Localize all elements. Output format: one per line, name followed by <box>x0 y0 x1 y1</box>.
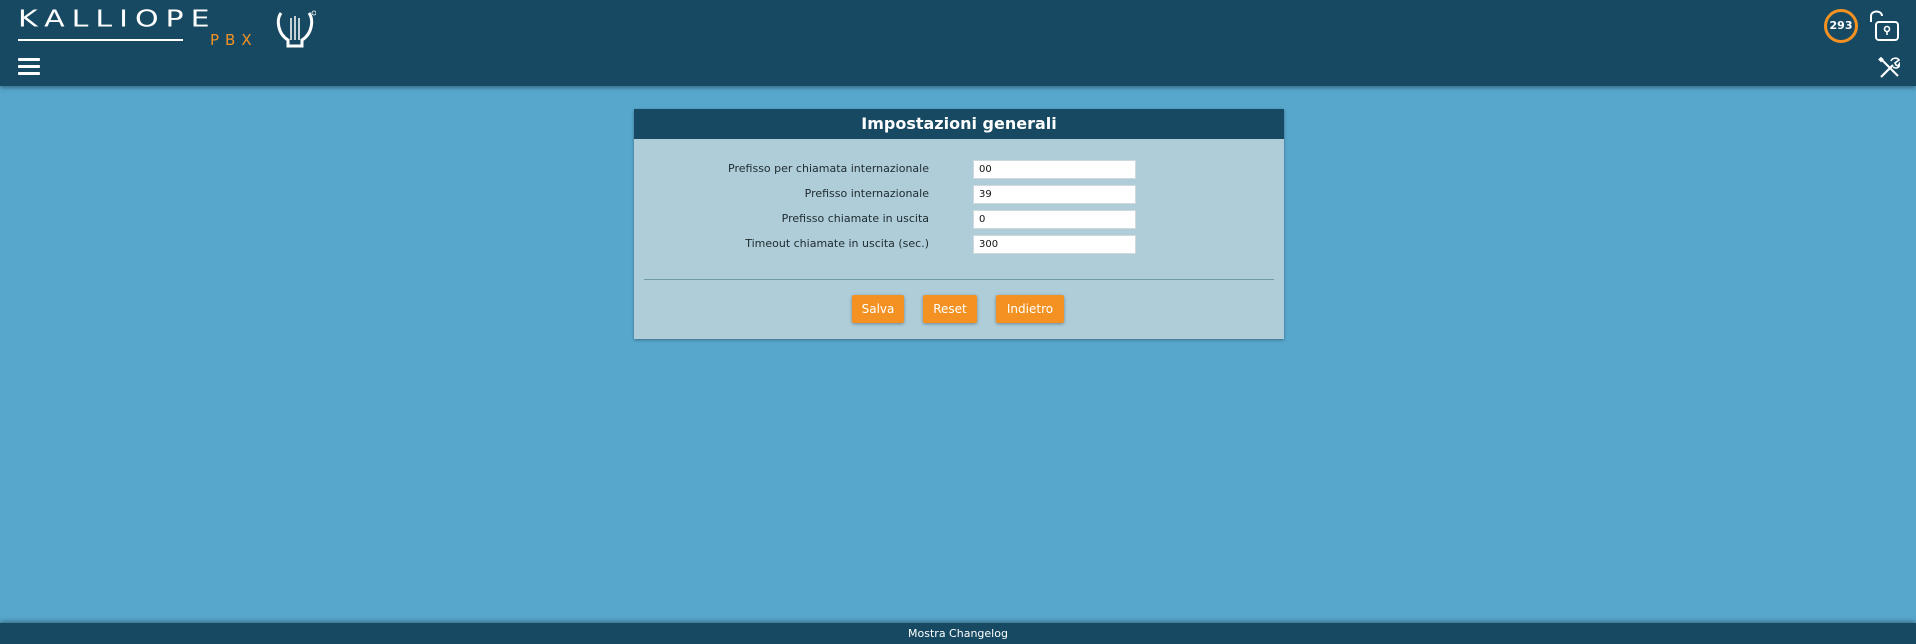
back-button[interactable]: Indietro <box>996 295 1064 323</box>
outgoing-prefix-input[interactable] <box>973 210 1136 229</box>
reset-button[interactable]: Reset <box>923 295 977 323</box>
logo-underline <box>18 39 183 41</box>
kalliope-logo[interactable]: KALLIOPE PBX <box>18 8 323 50</box>
form-row-international-call-prefix: Prefisso per chiamata internazionale <box>634 160 1284 179</box>
outgoing-timeout-input[interactable] <box>973 235 1136 254</box>
international-call-prefix-label: Prefisso per chiamata internazionale <box>728 162 929 175</box>
counter-badge[interactable]: 293 <box>1824 9 1858 43</box>
form-divider <box>644 279 1274 280</box>
outgoing-prefix-label: Prefisso chiamate in uscita <box>781 212 929 225</box>
logo-wordmark: KALLIOPE <box>18 5 217 33</box>
panel-title: Impostazioni generali <box>634 109 1284 139</box>
outgoing-timeout-label: Timeout chiamate in uscita (sec.) <box>745 237 929 250</box>
form-row-outgoing-timeout: Timeout chiamate in uscita (sec.) <box>634 235 1284 254</box>
logo-sub: PBX <box>210 31 258 49</box>
save-button[interactable]: Salva <box>852 295 904 323</box>
top-header: KALLIOPE PBX 293 <box>0 0 1916 86</box>
form-row-outgoing-prefix: Prefisso chiamate in uscita <box>634 210 1284 229</box>
changelog-footer[interactable]: Mostra Changelog <box>0 623 1916 644</box>
international-prefix-label: Prefisso internazionale <box>804 187 929 200</box>
general-settings-panel: Impostazioni generali Prefisso per chiam… <box>634 109 1284 339</box>
international-prefix-input[interactable] <box>973 185 1136 204</box>
international-call-prefix-input[interactable] <box>973 160 1136 179</box>
hamburger-menu-icon[interactable] <box>18 58 40 76</box>
tools-icon[interactable] <box>1878 57 1900 79</box>
form-row-international-prefix: Prefisso internazionale <box>634 185 1284 204</box>
lyre-icon <box>276 10 316 48</box>
unlocked-padlock-icon[interactable] <box>1867 8 1901 42</box>
